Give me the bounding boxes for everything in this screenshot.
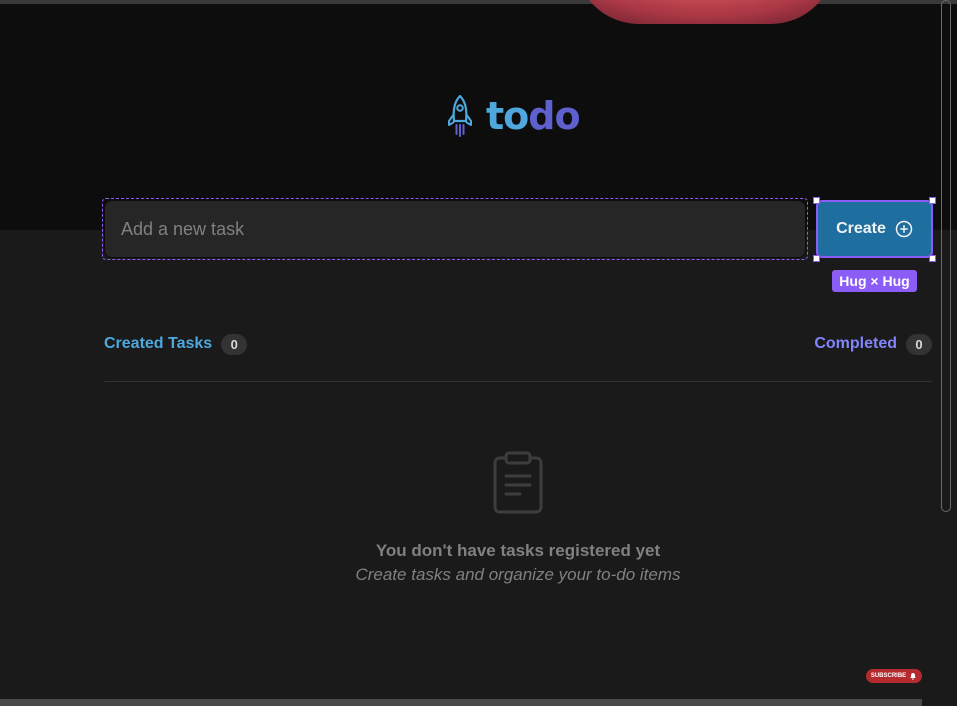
create-button-label: Create bbox=[836, 220, 886, 237]
rocket-icon bbox=[448, 94, 472, 137]
created-tasks-counter: Created Tasks 0 bbox=[104, 332, 248, 356]
resize-handle-top-right[interactable] bbox=[929, 197, 936, 204]
completed-tasks-count: 0 bbox=[906, 333, 932, 355]
page: todo Create Hug × Hug Created Tasks 0 Co… bbox=[0, 0, 957, 706]
logo-text-do: do bbox=[528, 94, 580, 138]
plus-circle-icon bbox=[895, 220, 913, 238]
resize-handle-top-left[interactable] bbox=[813, 197, 820, 204]
subscribe-badge[interactable]: SUBSCRIBE bbox=[866, 669, 922, 683]
created-tasks-label: Created Tasks bbox=[104, 335, 213, 352]
empty-state: You don't have tasks registered yet Crea… bbox=[104, 450, 932, 586]
completed-tasks-label: Completed bbox=[814, 335, 897, 352]
decorative-blob bbox=[575, 0, 835, 24]
header: todo bbox=[0, 0, 957, 230]
empty-state-title: You don't have tasks registered yet bbox=[375, 541, 661, 560]
clipboard-icon bbox=[493, 451, 543, 514]
task-list-divider bbox=[104, 381, 932, 382]
logo-text: todo bbox=[486, 92, 581, 140]
completed-tasks-counter: Completed 0 bbox=[814, 332, 932, 356]
logo-text-to: to bbox=[486, 94, 529, 138]
resize-handle-bottom-left[interactable] bbox=[813, 255, 820, 262]
bell-icon bbox=[910, 673, 917, 680]
empty-state-subtitle: Create tasks and organize your to-do ite… bbox=[355, 565, 681, 584]
size-badge: Hug × Hug bbox=[832, 270, 917, 292]
resize-handle-bottom-right[interactable] bbox=[929, 255, 936, 262]
bottom-bar bbox=[0, 699, 922, 706]
new-task-input[interactable] bbox=[104, 200, 806, 258]
logo: todo bbox=[446, 92, 581, 140]
scrollbar[interactable] bbox=[941, 0, 951, 512]
subscribe-label: SUBSCRIBE bbox=[870, 673, 907, 679]
created-tasks-count: 0 bbox=[221, 333, 248, 355]
create-button[interactable]: Create bbox=[816, 200, 933, 258]
